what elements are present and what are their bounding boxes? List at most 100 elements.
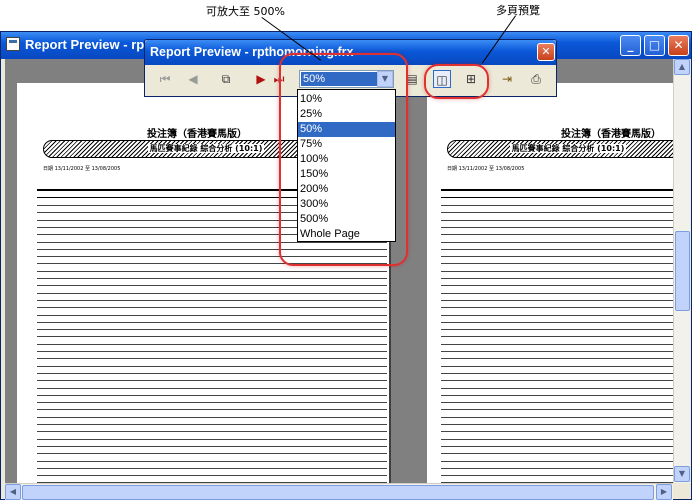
report-row-rule bbox=[37, 394, 387, 397]
report-row-rule bbox=[441, 358, 673, 360]
report-row-rule bbox=[441, 234, 673, 236]
report-row-rule bbox=[37, 270, 387, 273]
horizontal-scrollbar[interactable]: ◀ ▶ bbox=[5, 483, 673, 500]
report-row-rule bbox=[441, 299, 673, 302]
scroll-up-icon[interactable]: ▲ bbox=[674, 59, 690, 75]
report-row-rule bbox=[441, 394, 673, 397]
vertical-scrollbar[interactable]: ▲ ▼ bbox=[673, 59, 690, 483]
print-icon[interactable]: ⎙ bbox=[527, 70, 545, 88]
report-row-rule bbox=[441, 453, 673, 455]
report-row-rule bbox=[37, 278, 387, 280]
report-row-rule bbox=[441, 438, 673, 441]
report-row-rule bbox=[441, 460, 673, 463]
report-row-rule bbox=[441, 219, 673, 222]
report-row-rule bbox=[37, 307, 387, 309]
report-row-rule bbox=[37, 387, 387, 390]
report-row-rule bbox=[441, 329, 673, 331]
report-row-rule bbox=[37, 358, 387, 360]
report-row-rule bbox=[441, 278, 673, 280]
report-row-rule bbox=[441, 263, 673, 265]
report-row-rule bbox=[37, 329, 387, 331]
report-row-rule bbox=[37, 372, 387, 375]
header-rule-p2-b bbox=[441, 197, 673, 198]
report-row-rule bbox=[441, 365, 673, 368]
report-row-rule bbox=[441, 424, 673, 426]
report-row-rule bbox=[37, 475, 387, 477]
report-page-2: 投注簿（香港賽馬版） 馬匹賽事紀錄 綜合分析 (10:1) 日期 13/11/2… bbox=[427, 83, 673, 483]
multipage-callout-label: 多頁預覽 bbox=[496, 4, 540, 17]
report-row-rule bbox=[37, 431, 387, 433]
minimize-button[interactable]: _ bbox=[620, 35, 641, 56]
report-row-rule bbox=[37, 438, 387, 441]
report-row-rule bbox=[441, 292, 673, 295]
report-banner-text: 馬匹賽事紀錄 綜合分析 (10:1) bbox=[147, 144, 265, 153]
report-row-rule bbox=[37, 321, 387, 324]
report-row-rule bbox=[37, 445, 387, 448]
first-page-icon[interactable]: ⏮ bbox=[156, 70, 174, 88]
report-row-rule bbox=[441, 402, 673, 404]
report-row-rule bbox=[37, 299, 387, 302]
scroll-right-icon[interactable]: ▶ bbox=[656, 484, 672, 500]
report-row-rule bbox=[37, 402, 387, 404]
report-row-rule bbox=[37, 365, 387, 368]
zoom-callout-label: 可放大至 500% bbox=[206, 5, 285, 18]
header-rule-p2 bbox=[441, 189, 673, 191]
report-row-rule bbox=[441, 380, 673, 382]
report-row-rule bbox=[37, 453, 387, 455]
report-row-rule bbox=[441, 248, 673, 251]
report-row-rule bbox=[37, 314, 387, 317]
report-row-rule bbox=[37, 409, 387, 411]
report-row-rule bbox=[37, 336, 387, 338]
report-row-rule bbox=[441, 336, 673, 338]
report-row-rule bbox=[37, 292, 387, 295]
window-app-icon[interactable] bbox=[6, 37, 20, 51]
report-row-rule bbox=[441, 343, 673, 346]
report-row-rule bbox=[441, 475, 673, 477]
report-row-rule bbox=[441, 372, 673, 375]
report-row-rule bbox=[37, 351, 387, 353]
report-row-rule bbox=[37, 380, 387, 382]
report-heading-2: 投注簿（香港賽馬版） bbox=[561, 129, 661, 140]
zoom-highlight-ring bbox=[279, 53, 408, 266]
exit-icon[interactable]: ⇥ bbox=[498, 70, 516, 88]
maximize-button[interactable]: □ bbox=[644, 35, 665, 56]
screenshot-stage: 可放大至 500% 多頁預覽 Report Preview - rp _ □ ✕… bbox=[0, 0, 692, 500]
multipage-highlight-ring bbox=[424, 64, 489, 99]
report-row-rule bbox=[37, 285, 387, 287]
report-row-rule bbox=[441, 270, 673, 273]
report-row-rule bbox=[441, 409, 673, 411]
scroll-down-icon[interactable]: ▼ bbox=[674, 466, 690, 482]
previous-page-icon[interactable]: ◀ bbox=[184, 70, 202, 88]
close-button[interactable]: ✕ bbox=[668, 35, 689, 56]
report-row-rule bbox=[441, 431, 673, 433]
report-row-rule bbox=[441, 256, 673, 258]
report-heading: 投注簿（香港賽馬版） bbox=[147, 129, 247, 140]
report-row-rule bbox=[441, 445, 673, 448]
report-row-rule bbox=[441, 321, 673, 324]
report-row-rule bbox=[37, 343, 387, 346]
report-row-rule bbox=[441, 205, 673, 207]
report-row-rule bbox=[441, 226, 673, 229]
report-row-rule bbox=[441, 314, 673, 317]
report-row-rule bbox=[441, 285, 673, 287]
report-row-rule bbox=[37, 424, 387, 426]
report-row-rule bbox=[37, 467, 387, 470]
report-row-rule bbox=[441, 241, 673, 244]
main-window-title: Report Preview - rp bbox=[25, 37, 145, 52]
report-row-rule bbox=[441, 467, 673, 470]
report-row-rule bbox=[441, 307, 673, 309]
report-row-rule bbox=[37, 460, 387, 463]
next-page-icon[interactable]: ▶ bbox=[252, 70, 270, 88]
scroll-left-icon[interactable]: ◀ bbox=[5, 484, 21, 500]
vertical-scroll-thumb[interactable] bbox=[675, 231, 690, 311]
horizontal-scroll-thumb[interactable] bbox=[22, 485, 654, 500]
report-row-rule bbox=[37, 416, 387, 419]
toolbar-close-button[interactable]: ✕ bbox=[537, 43, 555, 61]
report-row-rule bbox=[441, 351, 673, 353]
report-row-rule bbox=[441, 416, 673, 419]
report-banner-text-2: 馬匹賽事紀錄 綜合分析 (10:1) bbox=[509, 144, 627, 153]
goto-page-icon[interactable]: ⧉ bbox=[217, 70, 235, 88]
report-row-rule bbox=[441, 212, 673, 214]
report-date-range: 日期 13/11/2002 至 13/08/2005 bbox=[43, 166, 121, 172]
report-row-rule bbox=[441, 387, 673, 390]
